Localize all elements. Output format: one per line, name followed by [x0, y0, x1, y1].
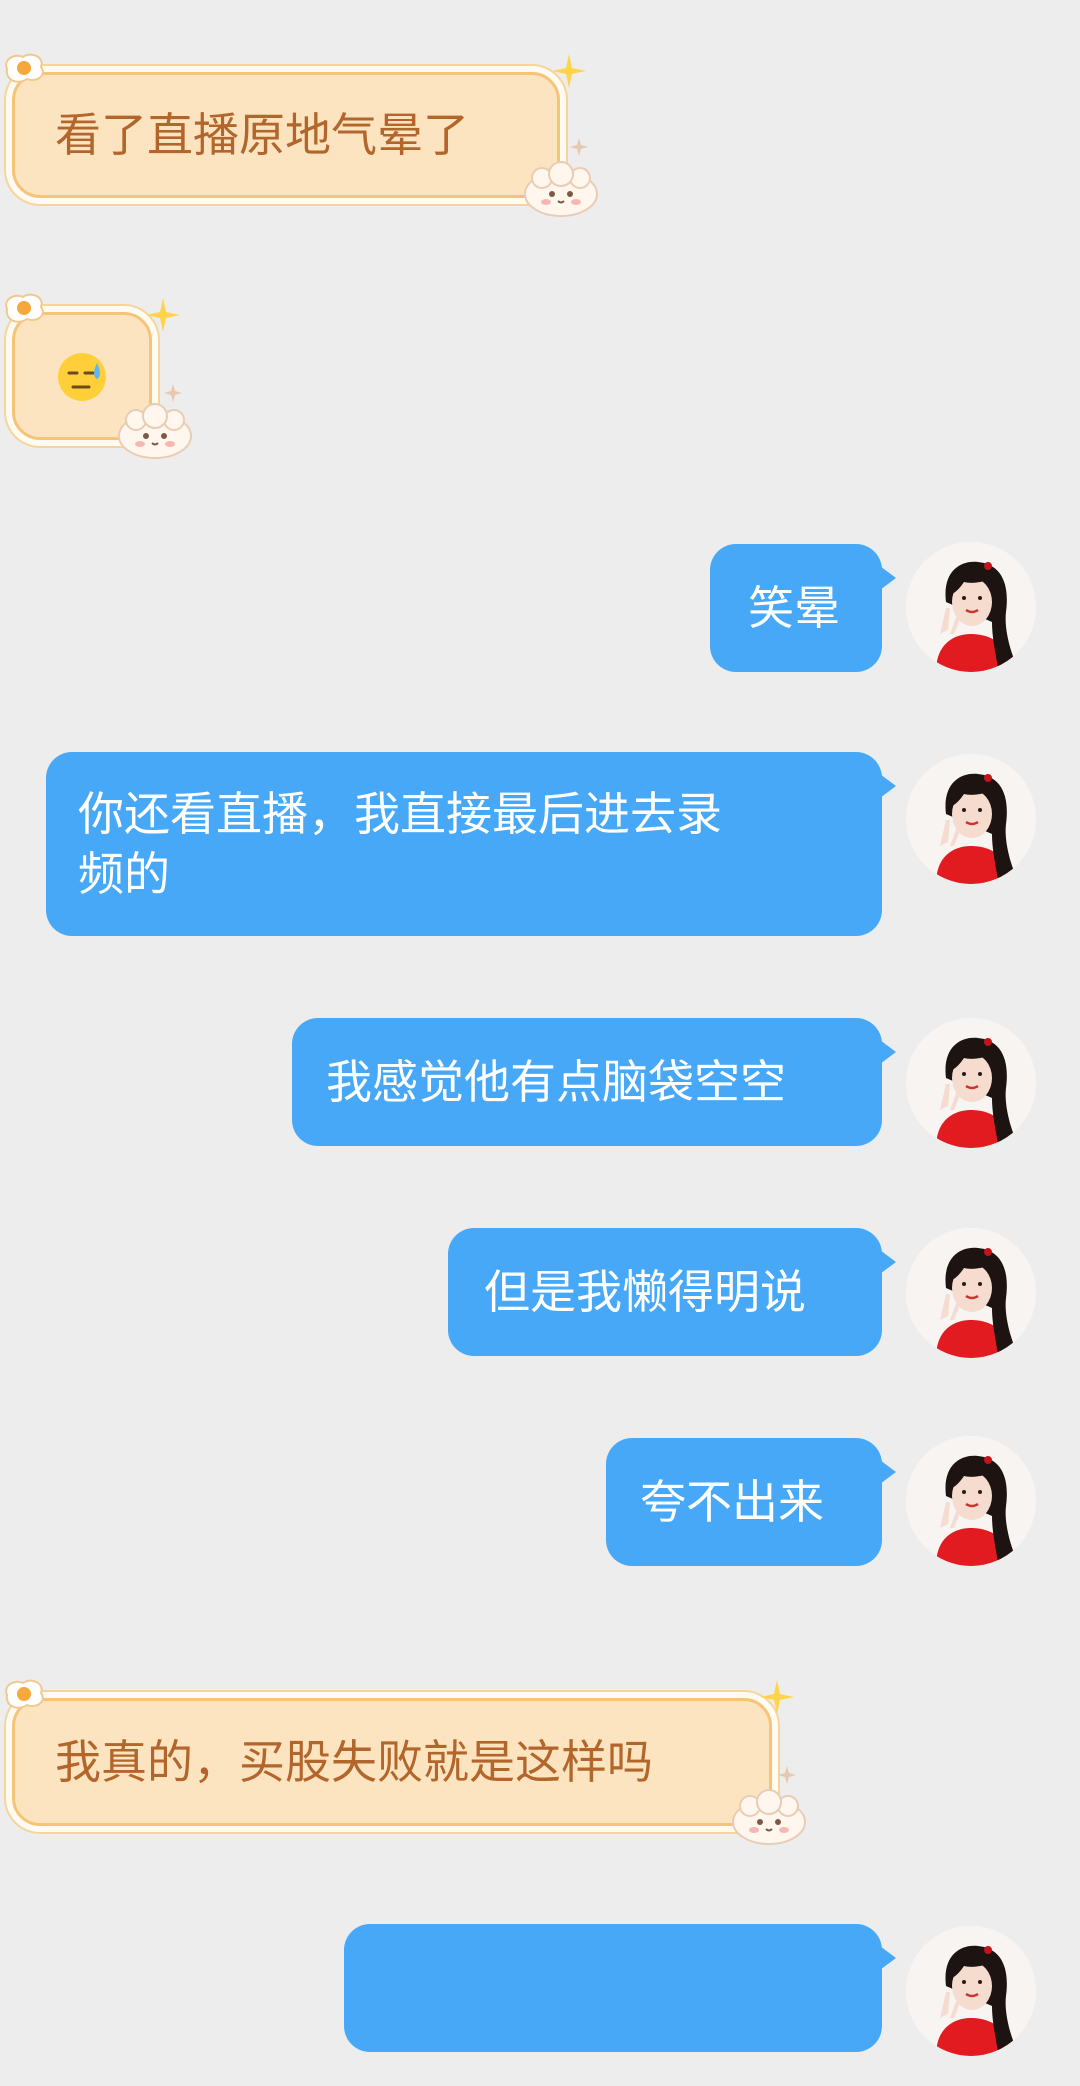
- message-text-line: 频的: [78, 847, 170, 901]
- bubble-tail: [880, 1040, 896, 1064]
- avatar-photo: [906, 542, 1036, 672]
- avatar[interactable]: [906, 542, 1036, 672]
- bubble-tail: [880, 1460, 896, 1484]
- outgoing-message-bubble[interactable]: 你还看直播，我直接最后进去录 频的: [46, 752, 896, 936]
- avatar-photo: [906, 1228, 1036, 1358]
- outgoing-message-bubble[interactable]: 我感觉他有点脑袋空空: [292, 1018, 896, 1146]
- sheep-icon: [520, 160, 602, 218]
- avatar-photo: [906, 1436, 1036, 1566]
- bubble-tail: [880, 1946, 896, 1970]
- message-text: 我感觉他有点脑袋空空: [326, 1055, 786, 1109]
- avatar-photo: [906, 1018, 1036, 1148]
- message-text: 但是我懒得明说: [484, 1265, 806, 1319]
- avatar-photo: [906, 754, 1036, 884]
- sheep-icon: [728, 1788, 810, 1846]
- message-text: 夸不出来: [640, 1475, 824, 1529]
- message-text: 看了直播原地气晕了: [55, 108, 469, 162]
- sparkle-icon: [760, 1680, 794, 1714]
- incoming-message-bubble[interactable]: 我真的，买股失败就是这样吗: [12, 1698, 772, 1826]
- bubble-tail: [880, 566, 896, 590]
- fried-egg-icon: [1, 51, 47, 85]
- outgoing-message-bubble[interactable]: [344, 1924, 896, 2052]
- downcast-sweat-face-icon: [58, 353, 106, 401]
- sheep-icon: [114, 402, 196, 460]
- chat-screen: { "messages": [ {"side": "in", "kind": "…: [0, 0, 1080, 2086]
- sparkle-icon: [778, 1766, 796, 1784]
- sparkle-icon: [164, 384, 182, 402]
- bubble-tail: [880, 1250, 896, 1274]
- avatar[interactable]: [906, 1926, 1036, 2056]
- bubble-tail: [880, 774, 896, 798]
- avatar[interactable]: [906, 1228, 1036, 1358]
- message-text-line: 你还看直播，我直接最后进去录: [78, 787, 722, 841]
- message-text: 我真的，买股失败就是这样吗: [55, 1735, 653, 1789]
- message-text: 笑晕: [748, 581, 840, 635]
- sparkle-icon: [570, 138, 588, 156]
- avatar[interactable]: [906, 1436, 1036, 1566]
- fried-egg-icon: [1, 1677, 47, 1711]
- outgoing-message-bubble[interactable]: 夸不出来: [606, 1438, 896, 1566]
- avatar-photo: [906, 1926, 1036, 2056]
- fried-egg-icon: [1, 291, 47, 325]
- sparkle-icon: [552, 54, 586, 88]
- outgoing-message-bubble[interactable]: 笑晕: [710, 544, 896, 672]
- sparkle-icon: [146, 298, 180, 332]
- outgoing-message-bubble[interactable]: 但是我懒得明说: [448, 1228, 896, 1356]
- avatar[interactable]: [906, 754, 1036, 884]
- incoming-message-bubble[interactable]: 看了直播原地气晕了: [12, 72, 560, 198]
- avatar[interactable]: [906, 1018, 1036, 1148]
